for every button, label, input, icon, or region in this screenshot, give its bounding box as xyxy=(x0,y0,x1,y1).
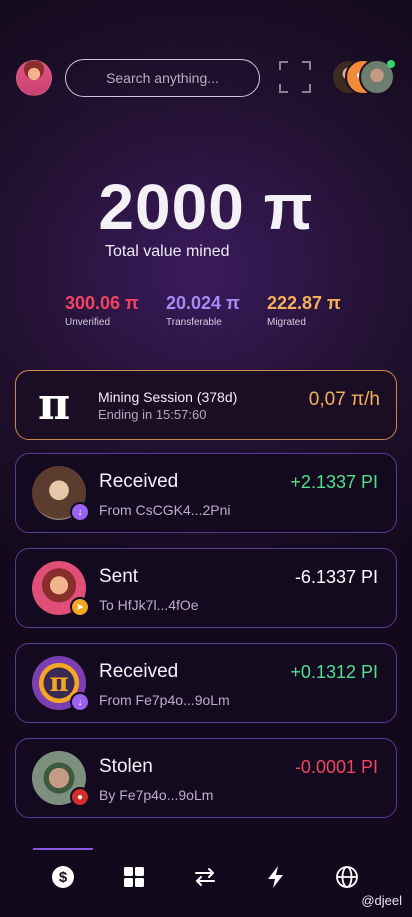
mining-rate: 0,07 π/h xyxy=(308,389,380,410)
transaction-card[interactable]: π ↓ Received From Fe7p4o...9oLm +0.1312 … xyxy=(15,643,397,723)
total-balance-label: Total value mined xyxy=(105,243,230,260)
transaction-card[interactable]: ➤ Sent To HfJk7l...4fOe -6.1337 PI xyxy=(15,548,397,628)
active-tab-indicator xyxy=(33,848,93,850)
transaction-type: Received xyxy=(99,661,179,682)
profile-avatar[interactable] xyxy=(16,60,52,96)
transaction-counterparty: By Fe7p4o...9oLm xyxy=(99,787,214,803)
transaction-type: Sent xyxy=(99,566,139,587)
bolt-icon[interactable] xyxy=(264,865,288,889)
stat-transferable: 20.024 π Transferable xyxy=(166,293,240,328)
arrow-down-icon: ↓ xyxy=(70,692,90,712)
mining-countdown: Ending in 15:57:60 xyxy=(98,407,207,422)
svg-text:$: $ xyxy=(59,869,68,886)
transfer-icon[interactable] xyxy=(193,865,217,889)
transaction-counterparty: From CsCGK4...2Pni xyxy=(99,502,231,518)
transaction-counterparty: To HfJk7l...4fOe xyxy=(99,597,199,613)
transaction-amount: -0.0001 PI xyxy=(294,757,378,777)
author-credit: @djeel xyxy=(361,893,402,908)
transaction-type: Stolen xyxy=(99,756,153,777)
mining-session-card[interactable]: π Mining Session (378d) Ending in 15:57:… xyxy=(15,370,397,440)
stat-unverified: 300.06 π Unverified xyxy=(65,293,139,328)
grid-icon[interactable] xyxy=(122,865,146,889)
online-status-dot xyxy=(387,60,395,68)
drop-icon: ● xyxy=(70,787,90,807)
globe-icon[interactable] xyxy=(335,865,359,889)
transaction-amount: -6.1337 PI xyxy=(294,567,378,587)
stat-migrated: 222.87 π Migrated xyxy=(267,293,341,328)
search-input[interactable]: Search anything... xyxy=(65,59,260,97)
bottom-nav: $ xyxy=(0,845,412,905)
arrow-down-icon: ↓ xyxy=(70,502,90,522)
transaction-amount: +0.1312 PI xyxy=(290,662,378,682)
mining-title: Mining Session (378d) xyxy=(98,389,238,405)
transaction-counterparty: From Fe7p4o...9oLm xyxy=(99,692,230,708)
transaction-amount: +2.1337 PI xyxy=(290,472,378,492)
pi-icon: π xyxy=(38,379,71,430)
total-balance: 2000 π xyxy=(98,171,314,243)
transaction-type: Received xyxy=(99,471,179,492)
transaction-card[interactable]: ↓ Received From CsCGK4...2Pni +2.1337 PI xyxy=(15,453,397,533)
dollar-icon[interactable]: $ xyxy=(51,865,75,889)
contacts-avatar-stack[interactable] xyxy=(331,59,397,97)
send-icon: ➤ xyxy=(70,597,90,617)
transaction-card[interactable]: ● Stolen By Fe7p4o...9oLm -0.0001 PI xyxy=(15,738,397,818)
scan-icon[interactable] xyxy=(279,61,311,93)
